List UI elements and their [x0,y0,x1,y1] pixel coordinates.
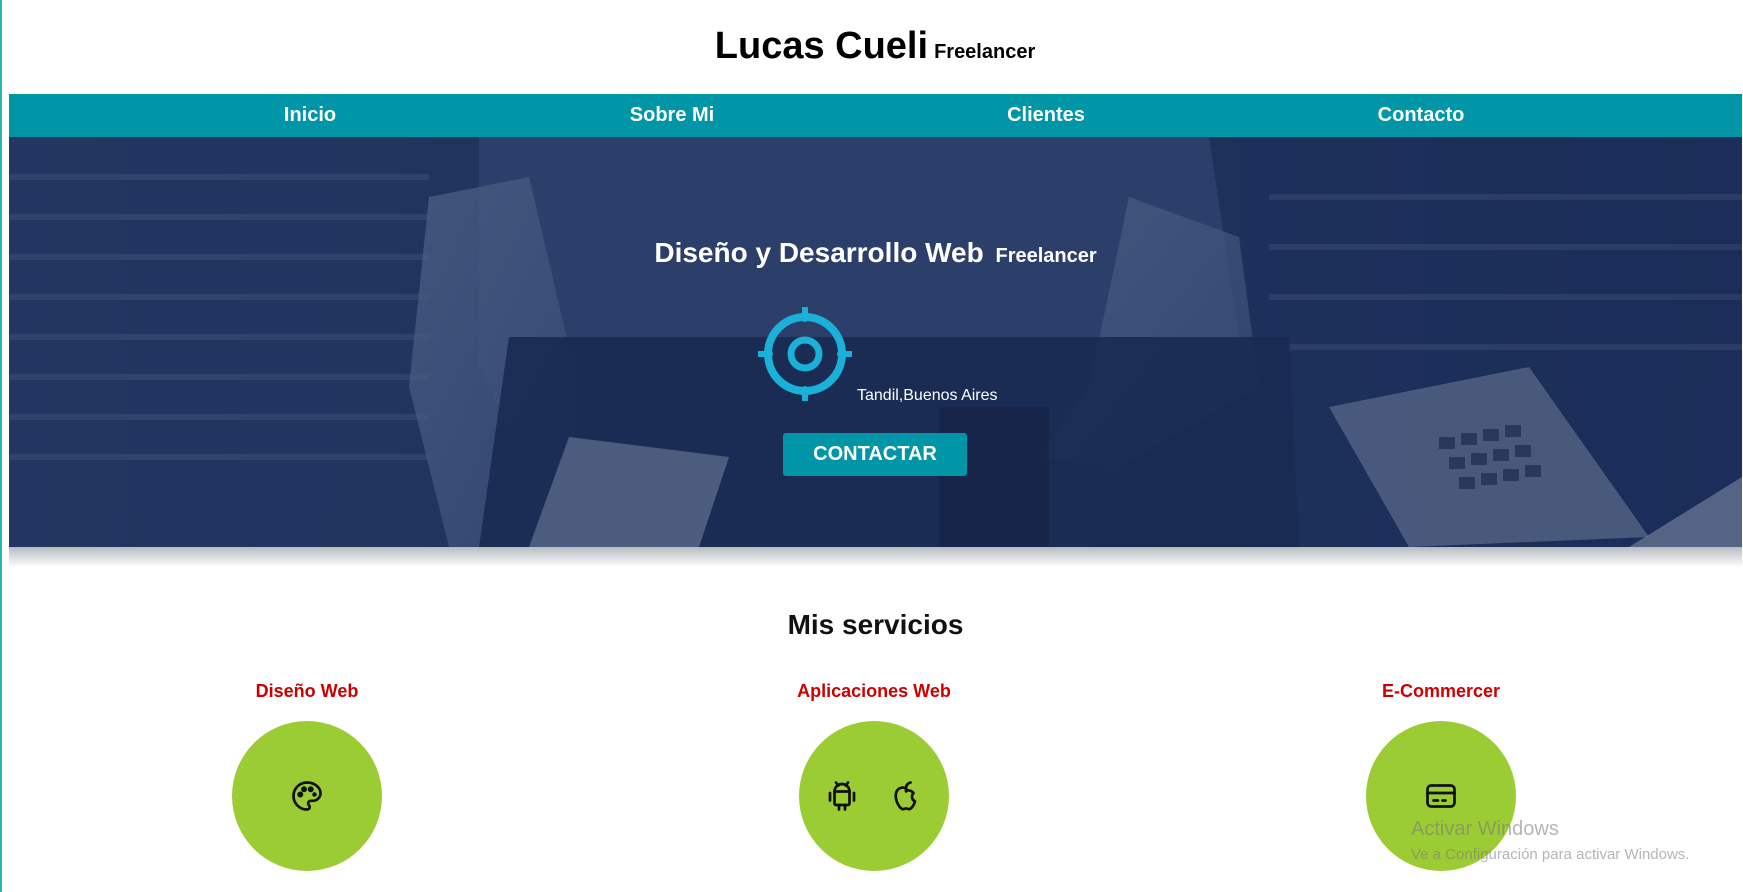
service-card-diseno-web: Diseño Web [157,679,457,892]
nav-item-inicio[interactable]: Inicio [284,94,336,137]
site-subtitle: Freelancer [934,41,1036,63]
hero-title-subtitle: Freelancer [995,245,1097,267]
apple-icon [894,781,917,811]
hero-title: Diseño y Desarrollo Web Freelancer [9,233,1742,276]
site-name: Lucas Cueli [714,25,929,67]
window-edge [0,0,2,892]
site-title: Lucas Cueli Freelancer [0,22,1743,76]
services-title: Mis servicios [787,609,964,640]
service-name: E-Commercer [1381,681,1501,701]
service-card-e-commercer: E-Commercer [1291,679,1591,892]
nav-item-sobre-mi[interactable]: Sobre Mi [630,94,714,137]
location-text: Tandil,Buenos Aires [857,387,998,404]
site-header: Lucas Cueli Freelancer [0,0,1743,94]
contactar-button[interactable]: CONTACTAR [783,433,967,476]
service-name: Diseño Web [255,681,359,701]
main-nav: Inicio Sobre Mi Clientes Contacto [9,94,1742,137]
service-circle [232,721,382,871]
service-circle [799,721,949,871]
nav-item-contacto[interactable]: Contacto [1378,94,1465,137]
credit-card-icon [1426,784,1456,808]
nav-item-clientes[interactable]: Clientes [1007,94,1085,137]
palette-icon [292,781,322,811]
service-name: Aplicaciones Web [797,681,951,701]
service-card-aplicaciones-web: Aplicaciones Web [724,679,1024,892]
service-circle [1366,721,1516,871]
hero-background-image [9,137,1742,547]
hero-title-main: Diseño y Desarrollo Web [654,237,984,268]
services-section: Mis servicios Diseño Web Aplicaciones We… [9,567,1742,892]
hero-section: Diseño y Desarrollo Web Freelancer Tandi… [9,137,1742,547]
section-divider-shadow [9,547,1742,567]
page: Lucas Cueli Freelancer Inicio Sobre Mi Cl… [0,0,1743,892]
target-icon [758,307,852,401]
android-icon [828,781,856,811]
